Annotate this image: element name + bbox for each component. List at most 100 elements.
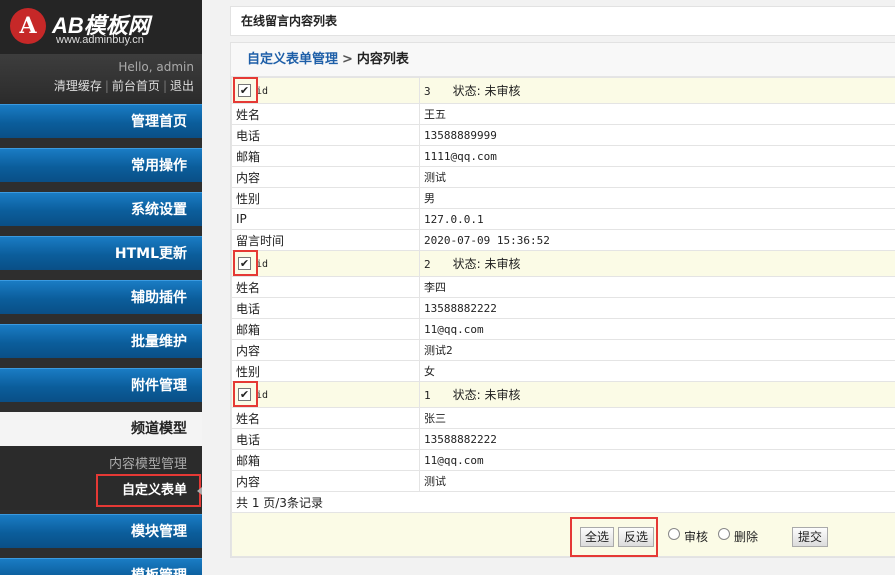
- sub-item-custom-form[interactable]: 自定义表单: [0, 474, 202, 507]
- field-value: 测试2: [419, 339, 895, 361]
- user-greeting: Hello, admin: [118, 60, 194, 74]
- main-content: 在线留言内容列表 自定义表单管理 > 内容列表 ✔ id 3 状态: 未审核 姓名 王五 电话 1…: [202, 0, 895, 575]
- table-row: 留言时间 2020-07-09 15:36:52: [231, 229, 895, 251]
- highlight-box: [96, 474, 201, 507]
- field-label: 性别: [231, 360, 420, 382]
- select-all-button[interactable]: 全选: [580, 527, 614, 547]
- nav-batch-maintenance[interactable]: 批量维护: [0, 324, 202, 358]
- field-value: 李四: [419, 276, 895, 298]
- status-badge: 状态: 未审核: [452, 257, 521, 271]
- field-label: 性别: [231, 187, 420, 209]
- approve-radio[interactable]: [668, 528, 680, 540]
- table-row: 邮箱 11@qq.com: [231, 318, 895, 340]
- table-row: 邮箱 1111@qq.com: [231, 145, 895, 167]
- highlight-box: [233, 249, 258, 276]
- table-row: 姓名 张三: [231, 407, 895, 429]
- field-label: 邮箱: [231, 318, 420, 340]
- nav-plugins[interactable]: 辅助插件: [0, 280, 202, 314]
- field-value: 测试: [419, 470, 895, 492]
- field-label: 内容: [231, 339, 420, 361]
- record-checkbox[interactable]: ✔: [233, 380, 258, 407]
- field-label: 姓名: [231, 276, 420, 298]
- field-label: 内容: [231, 166, 420, 188]
- field-value: 2020-07-09 15:36:52: [419, 229, 895, 251]
- record-id-cell: ✔ id: [231, 380, 420, 408]
- record-id-value: 3: [424, 85, 431, 98]
- record-id-value-cell: 3 状态: 未审核: [419, 77, 895, 104]
- record-header-row: ✔ id 2 状态: 未审核: [231, 249, 895, 277]
- logo-subtitle: www.adminbuy.cn: [56, 34, 144, 46]
- table-row: 姓名 王五: [231, 103, 895, 125]
- nav-html-update[interactable]: HTML更新: [0, 236, 202, 270]
- logo[interactable]: A AB模板网 www.adminbuy.cn: [0, 0, 202, 54]
- clear-cache-link[interactable]: 清理缓存: [54, 79, 102, 93]
- field-label: 姓名: [231, 103, 420, 125]
- table-row: 内容 测试: [231, 470, 895, 492]
- status-badge: 状态: 未审核: [452, 84, 521, 98]
- records-table: ✔ id 3 状态: 未审核 姓名 王五 电话 13588889999 邮箱 1111@qq.co…: [231, 76, 895, 513]
- user-box: Hello, admin 清理缓存 | 前台首页 | 退出: [0, 54, 202, 104]
- nav-module-management[interactable]: 模块管理: [0, 514, 202, 548]
- field-value: 11@qq.com: [419, 318, 895, 340]
- breadcrumb-parent-link[interactable]: 自定义表单管理: [247, 52, 338, 67]
- delete-radio[interactable]: [718, 528, 730, 540]
- nav-system-settings[interactable]: 系统设置: [0, 192, 202, 226]
- record-id-value: 1: [424, 389, 431, 402]
- record-id-cell: ✔ id: [231, 249, 420, 277]
- table-row: 内容 测试2: [231, 339, 895, 361]
- field-value: 王五: [419, 103, 895, 125]
- table-row: 内容 测试: [231, 166, 895, 188]
- nav-template-management[interactable]: 模板管理: [0, 558, 202, 575]
- table-row: 姓名 李四: [231, 276, 895, 298]
- nav-common-ops[interactable]: 常用操作: [0, 148, 202, 182]
- logout-link[interactable]: 退出: [170, 79, 194, 93]
- nav-channel-model[interactable]: 频道模型: [0, 412, 202, 446]
- table-row: 邮箱 11@qq.com: [231, 449, 895, 471]
- table-row: 电话 13588882222: [231, 297, 895, 319]
- field-value: 13588882222: [419, 297, 895, 319]
- content-panel: 自定义表单管理 > 内容列表 ✔ id 3 状态: 未审核 姓名 王五 电话 1358888999…: [230, 42, 895, 558]
- submit-button[interactable]: 提交: [792, 527, 828, 547]
- field-value: 13588889999: [419, 124, 895, 146]
- field-value: 11@qq.com: [419, 449, 895, 471]
- status-badge: 状态: 未审核: [452, 388, 521, 402]
- field-label: 姓名: [231, 407, 420, 429]
- field-label: 邮箱: [231, 145, 420, 167]
- nav-attachments[interactable]: 附件管理: [0, 368, 202, 402]
- field-label: IP: [231, 208, 420, 230]
- field-label: 内容: [231, 470, 420, 492]
- page-title: 在线留言内容列表: [230, 6, 895, 36]
- field-value: 13588882222: [419, 428, 895, 450]
- record-id-value-cell: 1 状态: 未审核: [419, 381, 895, 408]
- table-row: 电话 13588889999: [231, 124, 895, 146]
- invert-selection-button[interactable]: 反选: [618, 527, 654, 547]
- field-value: 测试: [419, 166, 895, 188]
- record-id-value: 2: [424, 258, 431, 271]
- logo-mark-icon: A: [10, 8, 46, 44]
- table-row: 电话 13588882222: [231, 428, 895, 450]
- highlight-box: [233, 380, 258, 407]
- action-bar: 全选 反选 审核 删除 提交: [231, 513, 895, 557]
- field-label: 电话: [231, 428, 420, 450]
- record-header-row: ✔ id 1 状态: 未审核: [231, 380, 895, 408]
- summary-row: 共 1 页/3条记录: [231, 491, 895, 513]
- field-label: 邮箱: [231, 449, 420, 471]
- frontend-home-link[interactable]: 前台首页: [112, 79, 160, 93]
- highlight-box: [233, 76, 258, 103]
- table-row: 性别男: [231, 187, 895, 209]
- field-label: 留言时间: [231, 229, 420, 251]
- record-checkbox[interactable]: ✔: [233, 76, 258, 103]
- sidebar: A AB模板网 www.adminbuy.cn Hello, admin 清理缓…: [0, 0, 202, 575]
- field-label: 电话: [231, 297, 420, 319]
- field-label: 电话: [231, 124, 420, 146]
- field-value: 女: [419, 360, 895, 382]
- record-checkbox[interactable]: ✔: [233, 249, 258, 276]
- approve-radio-label: 审核: [684, 530, 709, 544]
- delete-radio-label: 删除: [734, 530, 759, 544]
- table-row: IP 127.0.0.1: [231, 208, 895, 230]
- breadcrumb-separator: >: [342, 52, 353, 67]
- nav-admin-home[interactable]: 管理首页: [0, 104, 202, 138]
- link-separator: |: [162, 79, 167, 93]
- record-id-cell: ✔ id: [231, 76, 420, 104]
- user-links: 清理缓存 | 前台首页 | 退出: [0, 77, 194, 94]
